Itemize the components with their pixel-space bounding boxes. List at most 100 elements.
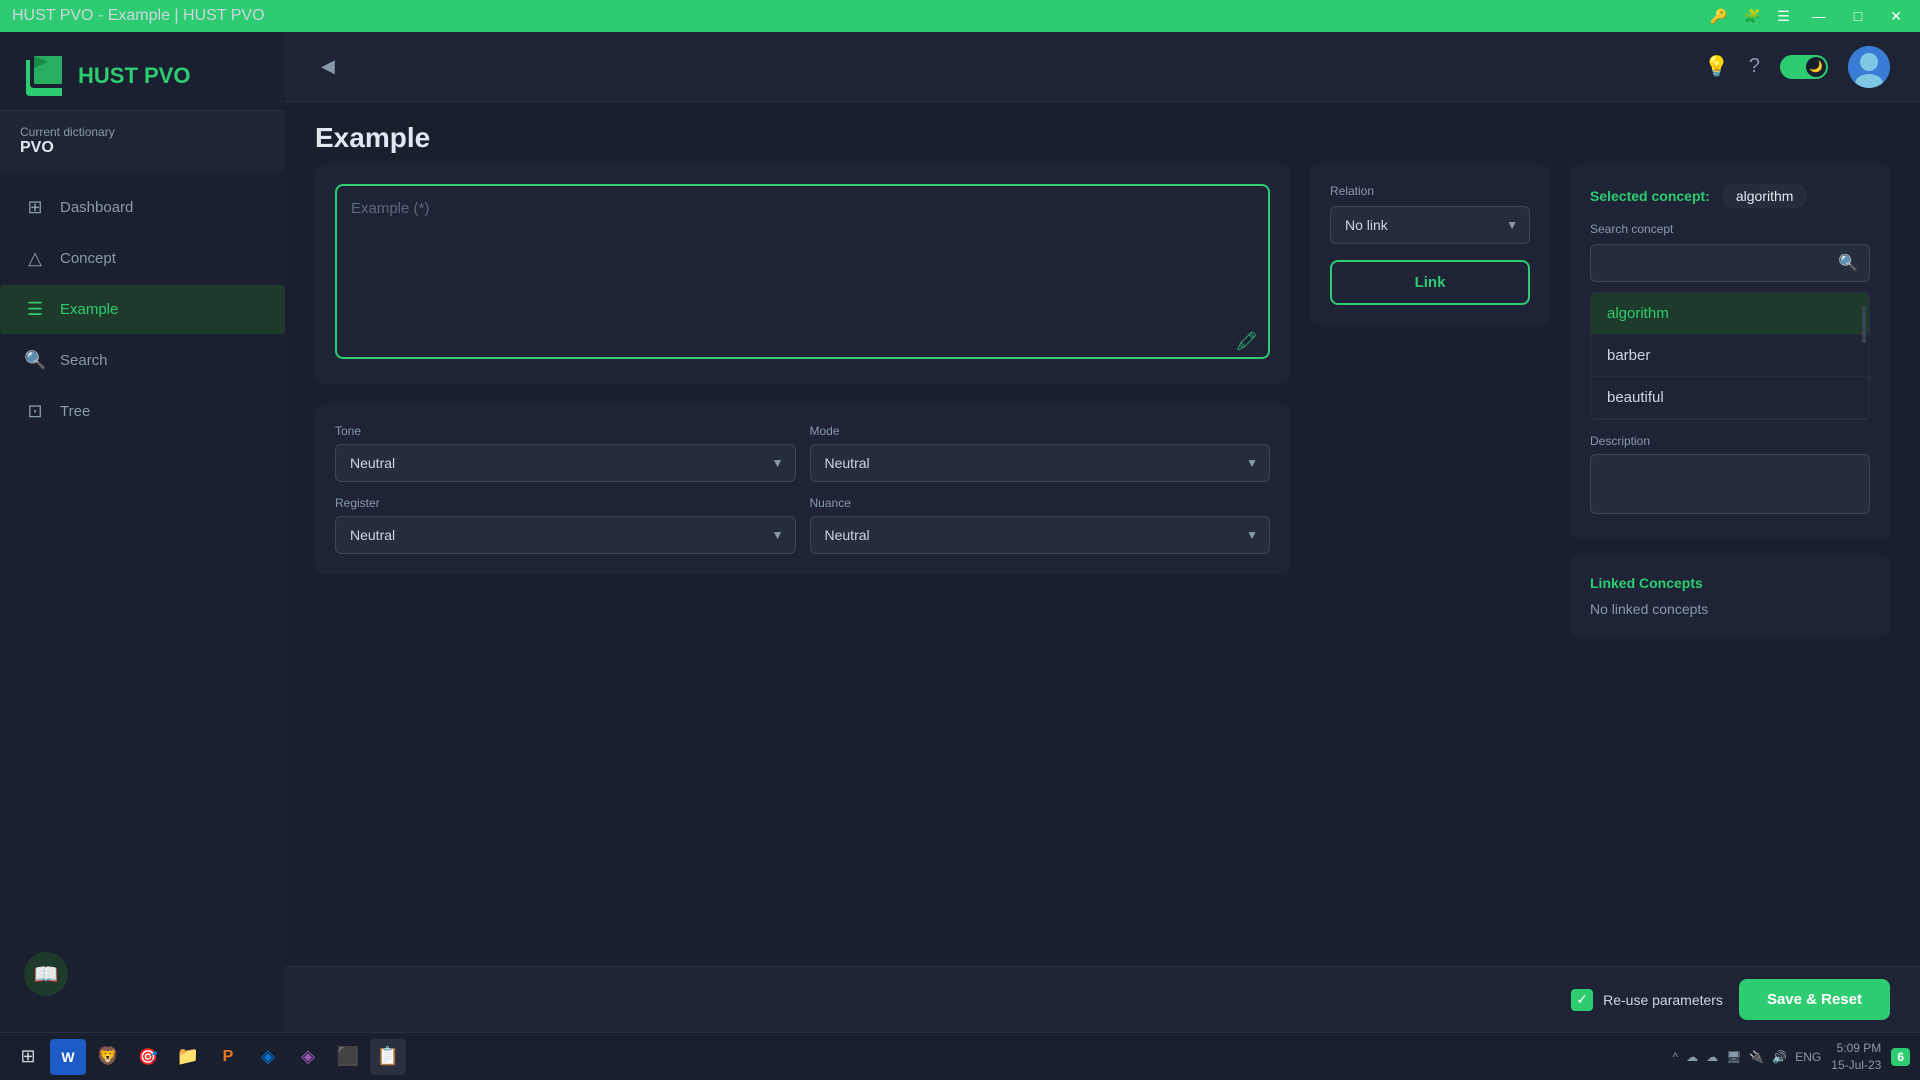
window-controls: 🔑 🧩 ☰ — □ ✕ — [1710, 6, 1908, 27]
sidebar-item-label-dashboard: Dashboard — [60, 199, 133, 216]
sidebar-item-label-tree: Tree — [60, 403, 90, 420]
puzzle-icon[interactable]: 🧩 — [1744, 8, 1761, 25]
window-title: HUST PVO - Example | HUST PVO — [12, 7, 265, 25]
taskbar-systray: ^ ☁ ☁ 🖥 🔌 🔊 ENG — [1672, 1050, 1821, 1064]
link-button[interactable]: Link — [1330, 260, 1530, 305]
taskbar-brave[interactable]: 🦁 — [90, 1039, 126, 1075]
sidebar-item-example[interactable]: ☰ Example — [0, 285, 285, 334]
nuance-dropdown-wrapper: Neutral Positive Negative ▼ — [810, 516, 1271, 554]
selected-concept-badge: algorithm — [1722, 184, 1808, 208]
relation-dropdown-wrapper: No link Synonym Antonym Related ▼ — [1330, 206, 1530, 244]
tone-dropdown-wrapper: Neutral Formal Informal ▼ — [335, 444, 796, 482]
taskbar-right: ^ ☁ ☁ 🖥 🔌 🔊 ENG 5:09 PM 15-Jul-23 6 — [1672, 1040, 1910, 1074]
help-icon[interactable]: ? — [1749, 55, 1760, 78]
start-button[interactable]: ⊞ — [10, 1039, 46, 1075]
taskbar-word[interactable]: W — [50, 1039, 86, 1075]
nuance-group: Nuance Neutral Positive Negative ▼ — [810, 496, 1271, 554]
systray-volume[interactable]: 🔊 — [1772, 1050, 1787, 1064]
taskbar-vscode[interactable]: ◈ — [250, 1039, 286, 1075]
example-textarea-wrapper: 🖍 — [335, 184, 1270, 364]
time-display: 5:09 PM — [1831, 1040, 1881, 1057]
systray-icon3[interactable]: 🖥 — [1726, 1050, 1741, 1064]
mode-select[interactable]: Neutral Spoken Written — [810, 444, 1271, 482]
example-textarea[interactable] — [335, 184, 1270, 359]
reuse-parameters-toggle[interactable]: ✓ Re-use parameters — [1571, 989, 1723, 1011]
search-concept-input[interactable] — [1590, 244, 1870, 282]
menu-icon[interactable]: ☰ — [1777, 8, 1790, 25]
key-icon[interactable]: 🔑 — [1710, 8, 1727, 25]
reuse-label: Re-use parameters — [1603, 992, 1723, 1008]
taskbar-powerpoint[interactable]: P — [210, 1039, 246, 1075]
taskbar-lang[interactable]: ENG — [1795, 1050, 1821, 1064]
close-button[interactable]: ✕ — [1884, 6, 1908, 27]
sidebar-header: HUST PVO — [0, 32, 285, 111]
taskbar-icon7[interactable]: ◈ — [290, 1039, 326, 1075]
taskbar: ⊞ W 🦁 🎯 📁 P ◈ ◈ ⬛ 📋 ^ ☁ ☁ 🖥 🔌 🔊 ENG 5:09… — [0, 1032, 1920, 1080]
search-concept-icon: 🔍 — [1838, 253, 1858, 273]
logo: HUST PVO — [20, 52, 265, 100]
collapse-sidebar-button[interactable]: ◀ — [315, 50, 341, 83]
sidebar-item-label-search: Search — [60, 352, 108, 369]
navigation: ⊞ Dashboard △ Concept ☰ Example 🔍 Search… — [0, 181, 285, 936]
mode-dropdown-wrapper: Neutral Spoken Written ▼ — [810, 444, 1271, 482]
search-icon: 🔍 — [24, 350, 46, 371]
description-label: Description — [1590, 434, 1870, 448]
systray-cloud[interactable]: ☁ — [1686, 1050, 1698, 1064]
sidebar-item-search[interactable]: 🔍 Search — [0, 336, 285, 385]
taskbar-icon8[interactable]: ⬛ — [330, 1039, 366, 1075]
sidebar: HUST PVO Current dictionary PVO ⊞ Dashbo… — [0, 32, 285, 1032]
systray-icon4[interactable]: 🔌 — [1749, 1050, 1764, 1064]
systray-expand[interactable]: ^ — [1672, 1050, 1678, 1064]
dashboard-icon: ⊞ — [24, 197, 46, 218]
header-right: 💡 ? 🌙 — [1704, 46, 1890, 88]
sidebar-item-dashboard[interactable]: ⊞ Dashboard — [0, 183, 285, 232]
taskbar-left: ⊞ W 🦁 🎯 📁 P ◈ ◈ ⬛ 📋 — [10, 1039, 406, 1075]
relation-select[interactable]: No link Synonym Antonym Related — [1330, 206, 1530, 244]
relation-label: Relation — [1330, 184, 1530, 198]
register-dropdown-wrapper: Neutral Formal Informal ▼ — [335, 516, 796, 554]
concept-list-item-algorithm[interactable]: algorithm — [1591, 293, 1869, 335]
page-title: Example — [315, 122, 1890, 154]
user-avatar[interactable] — [1848, 46, 1890, 88]
register-select[interactable]: Neutral Formal Informal — [335, 516, 796, 554]
tone-select[interactable]: Neutral Formal Informal — [335, 444, 796, 482]
sidebar-item-label-concept: Concept — [60, 250, 116, 267]
theme-toggle[interactable]: 🌙 — [1780, 55, 1828, 79]
description-textarea[interactable] — [1590, 454, 1870, 514]
concept-list-item-barber[interactable]: barber — [1591, 335, 1869, 377]
concept-icon: △ — [24, 248, 46, 269]
lightbulb-icon[interactable]: 💡 — [1704, 54, 1729, 79]
mode-group: Mode Neutral Spoken Written ▼ — [810, 424, 1271, 482]
nuance-select[interactable]: Neutral Positive Negative — [810, 516, 1271, 554]
relation-card: Relation No link Synonym Antonym Related… — [1310, 164, 1550, 325]
main-content: ◀ 💡 ? 🌙 Example — [285, 32, 1920, 1032]
date-display: 15-Jul-23 — [1831, 1057, 1881, 1074]
bottom-bar: ✓ Re-use parameters Save & Reset — [285, 966, 1920, 1032]
page-title-bar: Example — [285, 102, 1920, 164]
minimize-button[interactable]: — — [1806, 6, 1832, 26]
content-area: 🖍 Tone Neutral Formal Informal ▼ — [285, 164, 1920, 966]
notification-badge[interactable]: 6 — [1891, 1048, 1910, 1066]
tone-group: Tone Neutral Formal Informal ▼ — [335, 424, 796, 482]
save-reset-button[interactable]: Save & Reset — [1739, 979, 1890, 1020]
highlighter-icon: 🖍 — [1235, 331, 1258, 352]
maximize-button[interactable]: □ — [1848, 6, 1868, 26]
book-icon-button[interactable]: 📖 — [24, 952, 68, 996]
systray-cloud2[interactable]: ☁ — [1706, 1050, 1718, 1064]
middle-column: Relation No link Synonym Antonym Related… — [1310, 164, 1550, 946]
taskbar-icon3[interactable]: 🎯 — [130, 1039, 166, 1075]
taskbar-explorer[interactable]: 📁 — [170, 1039, 206, 1075]
selected-concept-label: Selected concept: — [1590, 188, 1710, 204]
title-bar: HUST PVO - Example | HUST PVO 🔑 🧩 ☰ — □ … — [0, 0, 1920, 32]
concept-list: algorithm barber beautiful — [1590, 292, 1870, 420]
search-concept-wrapper: 🔍 — [1590, 244, 1870, 282]
taskbar-active-app[interactable]: 📋 — [370, 1039, 406, 1075]
logo-icon — [20, 52, 68, 100]
concept-panel: Selected concept: algorithm Search conce… — [1570, 164, 1890, 539]
right-column: Selected concept: algorithm Search conce… — [1570, 164, 1890, 946]
header: ◀ 💡 ? 🌙 — [285, 32, 1920, 102]
sidebar-item-tree[interactable]: ⊡ Tree — [0, 387, 285, 436]
concept-list-item-beautiful[interactable]: beautiful — [1591, 377, 1869, 419]
sidebar-item-concept[interactable]: △ Concept — [0, 234, 285, 283]
tone-label: Tone — [335, 424, 796, 438]
